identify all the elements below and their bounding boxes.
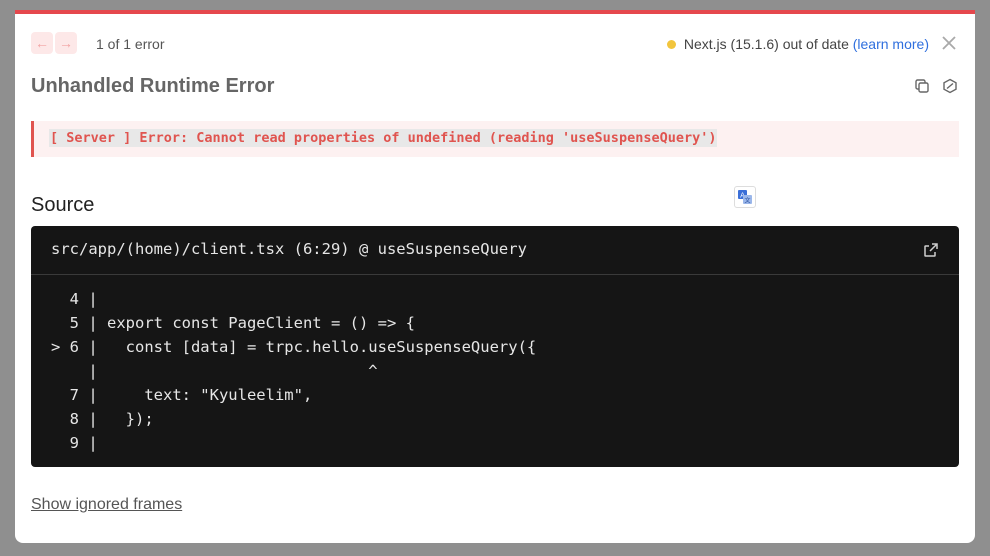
close-button[interactable]	[939, 32, 959, 54]
code-line: 5 | export const PageClient = () => {	[51, 314, 415, 332]
close-icon	[942, 36, 956, 50]
header-actions	[913, 77, 959, 95]
copy-icon	[915, 79, 929, 93]
source-file-location: src/app/(home)/client.tsx (6:29) @ useSu…	[51, 240, 527, 258]
version-text: Next.js (15.1.6) out of date	[683, 36, 849, 52]
status-dot-icon	[666, 40, 676, 49]
svg-text:文: 文	[744, 197, 750, 205]
code-frame: src/app/(home)/client.tsx (6:29) @ useSu…	[31, 226, 959, 467]
show-ignored-frames-button[interactable]: Show ignored frames	[31, 496, 182, 514]
translate-button[interactable]: A 文	[734, 186, 756, 208]
error-count: 1 of 1 error	[96, 36, 165, 52]
code-line: 7 | text: "Kyuleelim",	[51, 386, 313, 404]
copy-button[interactable]	[913, 77, 931, 95]
error-message-box: [ Server ] Error: Cannot read properties…	[31, 121, 959, 157]
page-title: Unhandled Runtime Error	[31, 75, 275, 97]
docs-button[interactable]	[941, 77, 959, 95]
code-frame-header: src/app/(home)/client.tsx (6:29) @ useSu…	[31, 226, 959, 275]
code-line: 9 |	[51, 434, 98, 452]
translate-icon: A 文	[738, 190, 752, 205]
learn-more-link[interactable]: (learn more)	[853, 36, 929, 52]
error-overlay-dialog: ← → 1 of 1 error Next.js (15.1.6) out of…	[15, 10, 975, 543]
arrow-right-icon: →	[59, 35, 73, 51]
previous-error-button[interactable]: ←	[31, 32, 53, 54]
code-line-highlighted: > 6 | const [data] = trpc.hello.useSuspe…	[51, 338, 537, 356]
arrow-left-icon: ←	[35, 35, 49, 51]
code-line: 8 | });	[51, 410, 154, 428]
code-line-caret: | ^	[51, 362, 378, 380]
overlay-topbar: ← → 1 of 1 error Next.js (15.1.6) out of…	[31, 32, 959, 56]
source-heading: Source	[31, 194, 95, 216]
hexagon-icon	[943, 78, 957, 94]
next-error-button[interactable]: →	[55, 32, 77, 54]
code-line: 4 |	[51, 290, 98, 308]
open-in-editor-button[interactable]	[923, 242, 939, 258]
external-link-icon	[924, 243, 938, 257]
error-message: [ Server ] Error: Cannot read properties…	[49, 129, 718, 147]
version-status: Next.js (15.1.6) out of date (learn more…	[666, 36, 929, 52]
code-lines: 4 | 5 | export const PageClient = () => …	[51, 287, 536, 455]
